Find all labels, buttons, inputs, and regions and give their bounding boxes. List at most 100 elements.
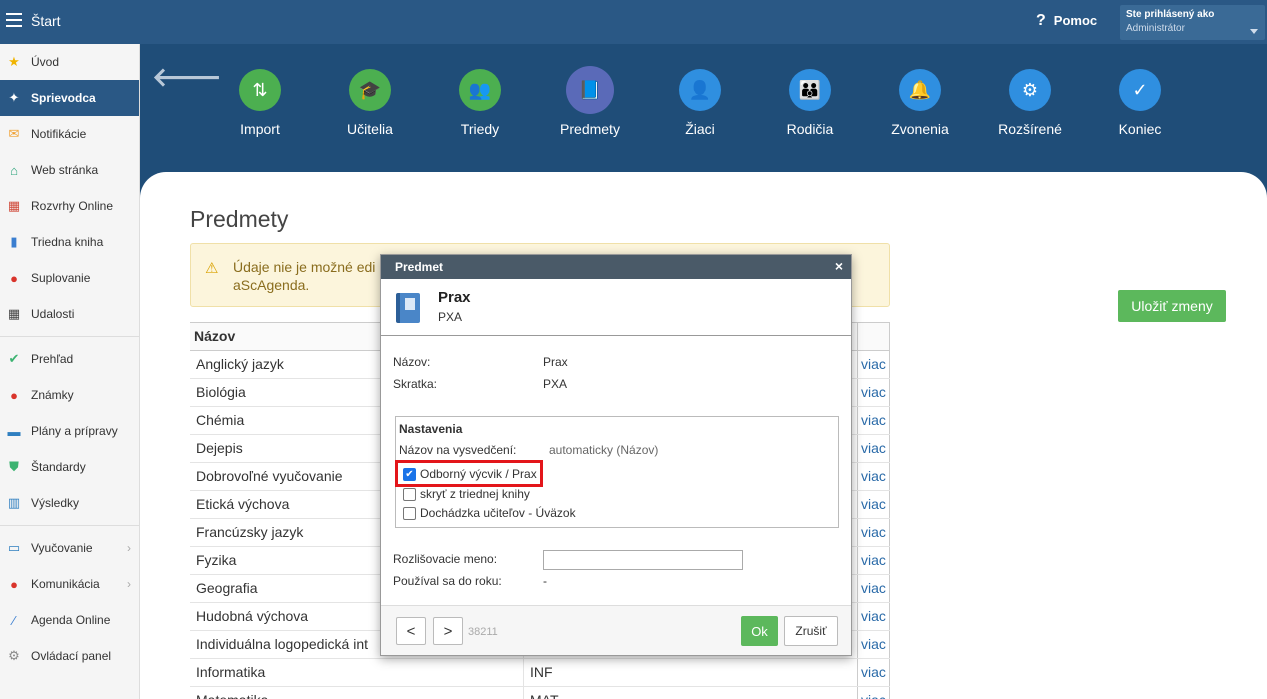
grade-icon: ● (10, 387, 18, 403)
teacher-attendance-label: Dochádzka učiteľov - Úväzok (420, 506, 576, 520)
more-link[interactable]: viac (861, 692, 886, 699)
sidebar-item-11[interactable]: ⛊ Štandardy (0, 449, 139, 485)
abbreviation-label: Skratka: (393, 377, 438, 391)
envelope-icon: ✉ (8, 126, 20, 141)
more-link[interactable]: viac (861, 412, 886, 428)
user-menu[interactable]: Ste prihlásený ako Administrátor (1120, 5, 1265, 40)
bar-chart-icon: ▥ (7, 495, 21, 510)
record-id: 38211 (468, 626, 498, 638)
calendar-icon: ▦ (7, 306, 21, 321)
subject-abbr-cell: INF (530, 664, 553, 680)
more-link[interactable]: viac (861, 468, 886, 484)
close-icon[interactable]: × (835, 258, 843, 274)
next-button[interactable]: > (433, 617, 463, 645)
used-until-value: - (543, 574, 547, 588)
wizard-step-5[interactable]: 👪 Rodičia (755, 66, 865, 137)
hamburger-menu-icon[interactable] (6, 13, 22, 27)
more-link[interactable]: viac (861, 356, 886, 372)
more-link[interactable]: viac (861, 608, 886, 624)
name-value: Prax (543, 355, 568, 369)
teacher-attendance-checkbox[interactable]: Dochádzka učiteľov - Úväzok (403, 506, 576, 520)
wizard-step-label: Predmety (560, 121, 620, 137)
wizard-step-6[interactable]: 🔔 Zvonenia (865, 66, 975, 137)
subject-header: Prax PXA (381, 279, 851, 336)
sidebar-item-10[interactable]: ▬ Plány a prípravy (0, 413, 139, 449)
dialog-title: Predmet (395, 260, 444, 274)
sidebar-item-16[interactable]: ⚙ Ovládací panel (0, 638, 139, 674)
sidebar-item-label: Prehľad (31, 352, 74, 366)
wizard-step-7[interactable]: ⚙ Rozšírené (975, 66, 1085, 137)
sidebar-item-label: Komunikácia (31, 577, 100, 591)
subject-name-cell: Chémia (196, 412, 245, 428)
wizard-step-0[interactable]: ⇅ Import (205, 66, 315, 137)
wizard-step-1[interactable]: 🎓 Učitelia (315, 66, 425, 137)
subject-name-cell: Dobrovoľné vyučovanie (196, 468, 343, 484)
wizard-step-8[interactable]: ✓ Koniec (1085, 66, 1195, 137)
table-row[interactable]: Matematika MAT viac (190, 687, 890, 699)
sidebar-item-2[interactable]: ✉ Notifikácie (0, 116, 139, 152)
more-link[interactable]: viac (861, 552, 886, 568)
subject-name-cell: Geografia (196, 580, 258, 596)
sidebar-item-label: Web stránka (31, 163, 99, 177)
sidebar-item-3[interactable]: ⌂ Web stránka (0, 152, 139, 188)
page-title: Predmety (190, 206, 289, 232)
sidebar-item-0[interactable]: ★ Úvod (0, 44, 139, 80)
parents-icon: 👪 (789, 69, 831, 111)
wizard-step-label: Import (240, 121, 280, 137)
question-icon: ? (1036, 12, 1046, 29)
distinguishing-name-input[interactable] (543, 550, 743, 570)
sidebar-item-5[interactable]: ▮ Triedna kniha (0, 224, 139, 260)
wizard-step-2[interactable]: 👥 Triedy (425, 66, 535, 137)
sidebar-item-8[interactable]: ✔ Prehľad (0, 341, 139, 377)
wizard-step-3[interactable]: 📘 Predmety (535, 66, 645, 137)
sidebar-item-6[interactable]: ● Suplovanie (0, 260, 139, 296)
sidebar-item-15[interactable]: ⁄ Agenda Online (0, 602, 139, 638)
subject-name-cell: Francúzsky jazyk (196, 524, 304, 540)
sidebar-item-1[interactable]: ✦ Sprievodca (0, 80, 139, 116)
sidebar-item-label: Sprievodca (31, 91, 96, 105)
sidebar-item-label: Úvod (31, 55, 60, 69)
more-link[interactable]: viac (861, 580, 886, 596)
sidebar-item-label: Plány a prípravy (31, 424, 118, 438)
save-changes-button[interactable]: Uložiť zmeny (1118, 290, 1226, 322)
help-link[interactable]: ? Pomoc (1036, 12, 1097, 30)
more-link[interactable]: viac (861, 384, 886, 400)
app-title[interactable]: Štart (31, 13, 61, 29)
sidebar-item-9[interactable]: ● Známky (0, 377, 139, 413)
more-link[interactable]: viac (861, 636, 886, 652)
check-icon: ✓ (1119, 69, 1161, 111)
person-icon: ● (10, 270, 18, 286)
settings-legend: Nastavenia (399, 422, 463, 436)
previous-button[interactable]: < (396, 617, 426, 645)
check-circle-icon: ✔ (8, 351, 20, 366)
home-icon: ⌂ (10, 162, 18, 178)
sidebar-item-4[interactable]: ▦ Rozvrhy Online (0, 188, 139, 224)
subject-name-cell: Fyzika (196, 552, 237, 568)
checkbox-unchecked-icon[interactable] (403, 506, 416, 520)
sidebar-item-13[interactable]: ▭ Vyučovanie › (0, 530, 139, 566)
more-link[interactable]: viac (861, 664, 886, 680)
used-until-label: Používal sa do roku: (393, 574, 502, 588)
checkbox-unchecked-icon[interactable] (403, 487, 416, 501)
wizard-step-label: Triedy (460, 121, 500, 137)
more-link[interactable]: viac (861, 496, 886, 512)
star-icon: ★ (8, 54, 20, 69)
table-row[interactable]: Informatika INF viac (190, 659, 890, 687)
cancel-button[interactable]: Zrušiť (784, 616, 838, 646)
sidebar-item-12[interactable]: ▥ Výsledky (0, 485, 139, 521)
sidebar-item-7[interactable]: ▦ Udalosti (0, 296, 139, 332)
more-link[interactable]: viac (861, 440, 886, 456)
group-icon: 👥 (459, 69, 501, 111)
magic-wand-icon: ✦ (8, 90, 20, 105)
sidebar-item-14[interactable]: ● Komunikácia › (0, 566, 139, 602)
warning-icon: ⚠ (205, 260, 219, 277)
certificate-name-value[interactable]: automaticky (Názov) (549, 443, 658, 457)
more-link[interactable]: viac (861, 524, 886, 540)
ok-button[interactable]: Ok (741, 616, 778, 646)
hide-from-classbook-checkbox[interactable]: skryť z triednej knihy (403, 487, 530, 501)
wizard-step-4[interactable]: 👤 Žiaci (645, 66, 755, 137)
shield-icon: ⛊ (9, 459, 19, 474)
subject-name-cell: Dejepis (196, 440, 243, 456)
book-icon: ▮ (10, 234, 18, 249)
name-label: Názov: (393, 355, 431, 369)
